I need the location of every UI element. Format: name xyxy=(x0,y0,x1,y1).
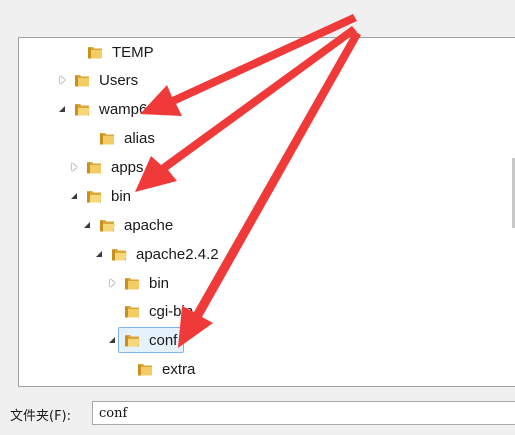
tree-item-apache2-4-2[interactable]: apache2.4.2 xyxy=(93,241,515,267)
collapse-toggle-icon[interactable] xyxy=(106,327,118,353)
tree-item-wamp64[interactable]: wamp64 xyxy=(56,96,515,122)
tree-item-label: Users xyxy=(99,71,139,89)
tree-item-label: bin xyxy=(111,187,132,205)
tree-item-bin-sub[interactable]: bin xyxy=(106,270,515,296)
folder-icon xyxy=(138,364,152,376)
tree-toggle xyxy=(106,298,118,324)
tree-item-temp[interactable]: TEMP xyxy=(69,39,515,65)
folder-open-icon xyxy=(87,191,102,203)
folder-icon xyxy=(125,306,139,318)
tree-item-label: conf xyxy=(149,331,178,349)
tree-item-apache[interactable]: apache xyxy=(81,212,515,238)
tree-item-conf[interactable]: conf xyxy=(106,327,515,353)
tree-item-label: wamp64 xyxy=(99,100,156,118)
tree-item-label: alias xyxy=(124,129,155,147)
tree-item-label: cgi-bin xyxy=(149,302,194,320)
tree-item-alias[interactable]: alias xyxy=(81,125,515,151)
folder-icon xyxy=(75,75,89,87)
tree-item-users[interactable]: Users xyxy=(56,67,515,93)
tree-item-label: apache xyxy=(124,216,174,234)
tree-item-label: apps xyxy=(111,158,144,176)
tree-item-label: bin xyxy=(149,274,170,292)
collapse-toggle-icon[interactable] xyxy=(68,183,80,209)
tree-toggle xyxy=(69,39,81,65)
folder-icon xyxy=(125,278,139,290)
tree-item-extra[interactable]: extra xyxy=(119,356,515,382)
folder-open-icon xyxy=(112,249,127,261)
tree-item-cgi-bin[interactable]: cgi-bin xyxy=(106,298,515,324)
expand-toggle-icon[interactable] xyxy=(56,67,68,93)
folder-tree[interactable]: TEMP Users wamp64 alias apps bin apache … xyxy=(18,37,515,387)
tree-toggle xyxy=(119,356,131,382)
collapse-toggle-icon[interactable] xyxy=(81,212,93,238)
tree-item-label: extra xyxy=(162,360,196,378)
tree-item-apps[interactable]: apps xyxy=(68,154,515,180)
folder-icon xyxy=(88,47,102,59)
tree-item-label: apache2.4.2 xyxy=(136,245,219,263)
folder-open-icon xyxy=(100,220,115,232)
tree-item-label: TEMP xyxy=(112,43,154,61)
expand-toggle-icon[interactable] xyxy=(68,154,80,180)
folder-icon xyxy=(100,133,114,145)
folder-open-icon xyxy=(125,335,140,347)
folder-name-input[interactable] xyxy=(92,401,515,425)
folder-icon xyxy=(87,162,101,174)
tree-item-bin[interactable]: bin xyxy=(68,183,515,209)
folder-open-icon xyxy=(75,104,90,116)
collapse-toggle-icon[interactable] xyxy=(56,96,68,122)
folder-field-label: 文件夹(F): xyxy=(10,409,72,424)
expand-toggle-icon[interactable] xyxy=(106,270,118,296)
tree-toggle xyxy=(81,125,93,151)
collapse-toggle-icon[interactable] xyxy=(93,241,105,267)
